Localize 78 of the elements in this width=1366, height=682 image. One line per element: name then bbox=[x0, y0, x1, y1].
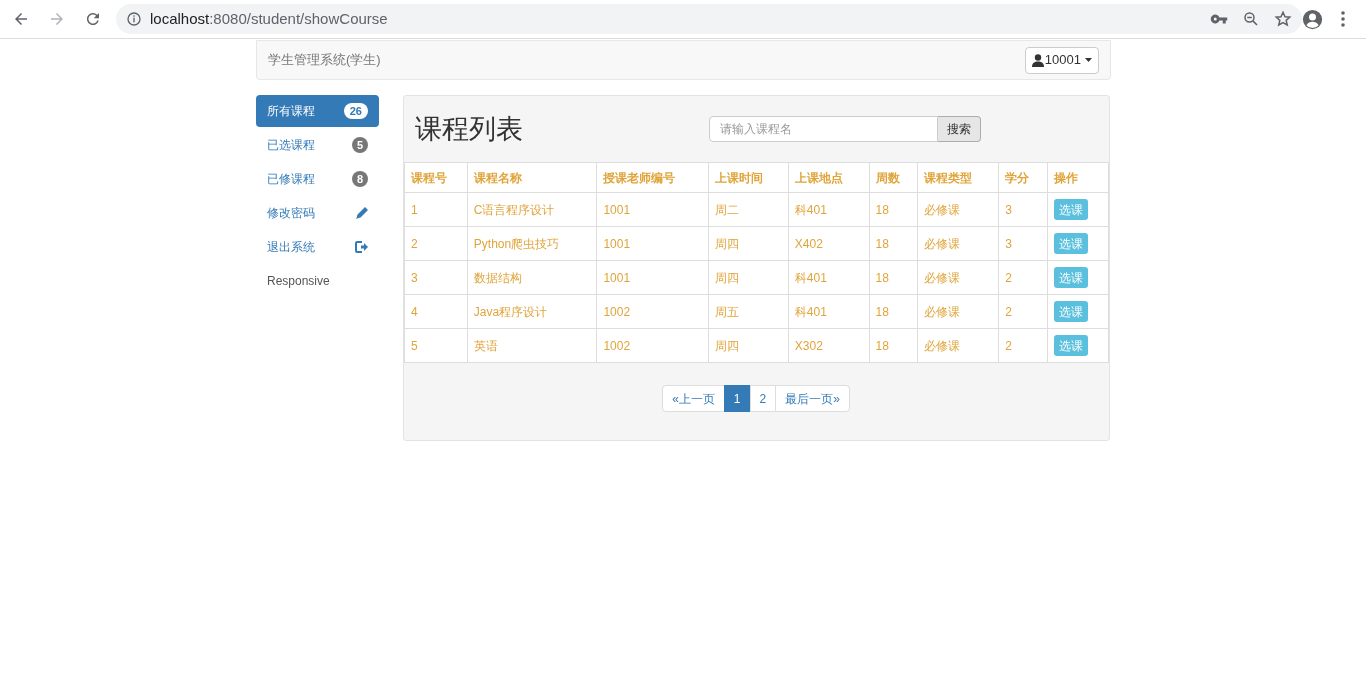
menu-icon[interactable] bbox=[1340, 11, 1346, 27]
table-cell: 18 bbox=[869, 328, 918, 363]
table-cell: 4 bbox=[404, 294, 468, 329]
table-cell: 3 bbox=[998, 226, 1048, 261]
table-cell: 1001 bbox=[596, 192, 709, 227]
table-cell: 科401 bbox=[788, 294, 870, 329]
table-cell: 科401 bbox=[788, 192, 870, 227]
sidebar-item[interactable]: 退出系统 bbox=[256, 231, 379, 263]
zoom-out-icon[interactable] bbox=[1242, 10, 1260, 28]
table-cell: 5 bbox=[404, 328, 468, 363]
table-cell: 科401 bbox=[788, 260, 870, 295]
sidebar-item[interactable]: 修改密码 bbox=[256, 197, 379, 229]
table-cell: 必修课 bbox=[917, 294, 999, 329]
column-header: 上课时间 bbox=[708, 162, 789, 193]
table-cell: 18 bbox=[869, 260, 918, 295]
column-header: 周数 bbox=[869, 162, 918, 193]
table-cell: 1002 bbox=[596, 294, 709, 329]
column-header: 课程名称 bbox=[467, 162, 597, 193]
table-cell: 3 bbox=[404, 260, 468, 295]
table-cell: Java程序设计 bbox=[467, 294, 597, 329]
table-cell: 1002 bbox=[596, 328, 709, 363]
page-link[interactable]: 1 bbox=[723, 385, 751, 412]
caret-icon bbox=[1085, 58, 1092, 62]
profile-icon[interactable] bbox=[1302, 9, 1323, 30]
info-icon bbox=[126, 11, 142, 27]
table-cell: Python爬虫技巧 bbox=[467, 226, 597, 261]
count-badge: 5 bbox=[351, 137, 368, 153]
column-header: 学分 bbox=[998, 162, 1048, 193]
sidebar-item[interactable]: 已选课程 5 bbox=[256, 129, 379, 161]
table-cell: 必修课 bbox=[917, 192, 999, 227]
table-cell: C语言程序设计 bbox=[467, 192, 597, 227]
pencil-icon bbox=[356, 207, 368, 219]
table-cell: 必修课 bbox=[917, 328, 999, 363]
reload-icon[interactable] bbox=[84, 10, 102, 28]
table-cell: 1 bbox=[404, 192, 468, 227]
column-header: 课程类型 bbox=[917, 162, 999, 193]
table-cell: 18 bbox=[869, 192, 918, 227]
table-cell: X302 bbox=[788, 328, 870, 363]
sidebar-item[interactable]: 所有课程 26 bbox=[256, 95, 379, 127]
table-cell: 1001 bbox=[596, 226, 709, 261]
search-button[interactable]: 搜索 bbox=[938, 116, 981, 142]
table-cell: 周五 bbox=[708, 294, 789, 329]
address-bar[interactable]: localhost:8080/student/showCourse bbox=[116, 4, 1302, 34]
table-cell: 周二 bbox=[708, 192, 789, 227]
page-link[interactable]: «上一页 bbox=[662, 385, 725, 412]
table-cell: X402 bbox=[788, 226, 870, 261]
column-header: 上课地点 bbox=[788, 162, 870, 193]
table-cell: 18 bbox=[869, 226, 918, 261]
sidebar-item[interactable]: Responsive bbox=[256, 265, 379, 297]
table-cell: 周四 bbox=[708, 226, 789, 261]
page-link[interactable]: 最后一页» bbox=[775, 385, 850, 412]
user-icon bbox=[1031, 53, 1044, 67]
table-cell: 2 bbox=[998, 260, 1048, 295]
sidebar-item[interactable]: 已修课程 8 bbox=[256, 163, 379, 195]
column-header: 课程号 bbox=[404, 162, 468, 193]
table-cell: 1001 bbox=[596, 260, 709, 295]
navbar-title: 学生管理系统(学生) bbox=[268, 51, 381, 70]
column-header: 操作 bbox=[1047, 162, 1109, 193]
table-cell: 3 bbox=[998, 192, 1048, 227]
search-field[interactable]: 请输入课程名 bbox=[709, 116, 938, 142]
table-cell: 英语 bbox=[467, 328, 597, 363]
table-cell: 周四 bbox=[708, 328, 789, 363]
table-cell: 2 bbox=[404, 226, 468, 261]
table-cell: 数据结构 bbox=[467, 260, 597, 295]
table-cell: 2 bbox=[998, 294, 1048, 329]
count-badge: 26 bbox=[343, 103, 368, 119]
logout-icon bbox=[355, 241, 368, 253]
panel-title: 课程列表 bbox=[415, 112, 524, 146]
star-icon[interactable] bbox=[1274, 10, 1292, 28]
user-dropdown[interactable]: 10001 bbox=[1024, 46, 1099, 74]
table-cell: 2 bbox=[998, 328, 1048, 363]
count-badge: 8 bbox=[351, 171, 368, 187]
table-cell: 18 bbox=[869, 294, 918, 329]
url-text: localhost:8080/student/showCourse bbox=[150, 8, 388, 29]
table-cell: 必修课 bbox=[917, 226, 999, 261]
table-cell: 必修课 bbox=[917, 260, 999, 295]
column-header: 授课老师编号 bbox=[596, 162, 709, 193]
table-cell: 周四 bbox=[708, 260, 789, 295]
